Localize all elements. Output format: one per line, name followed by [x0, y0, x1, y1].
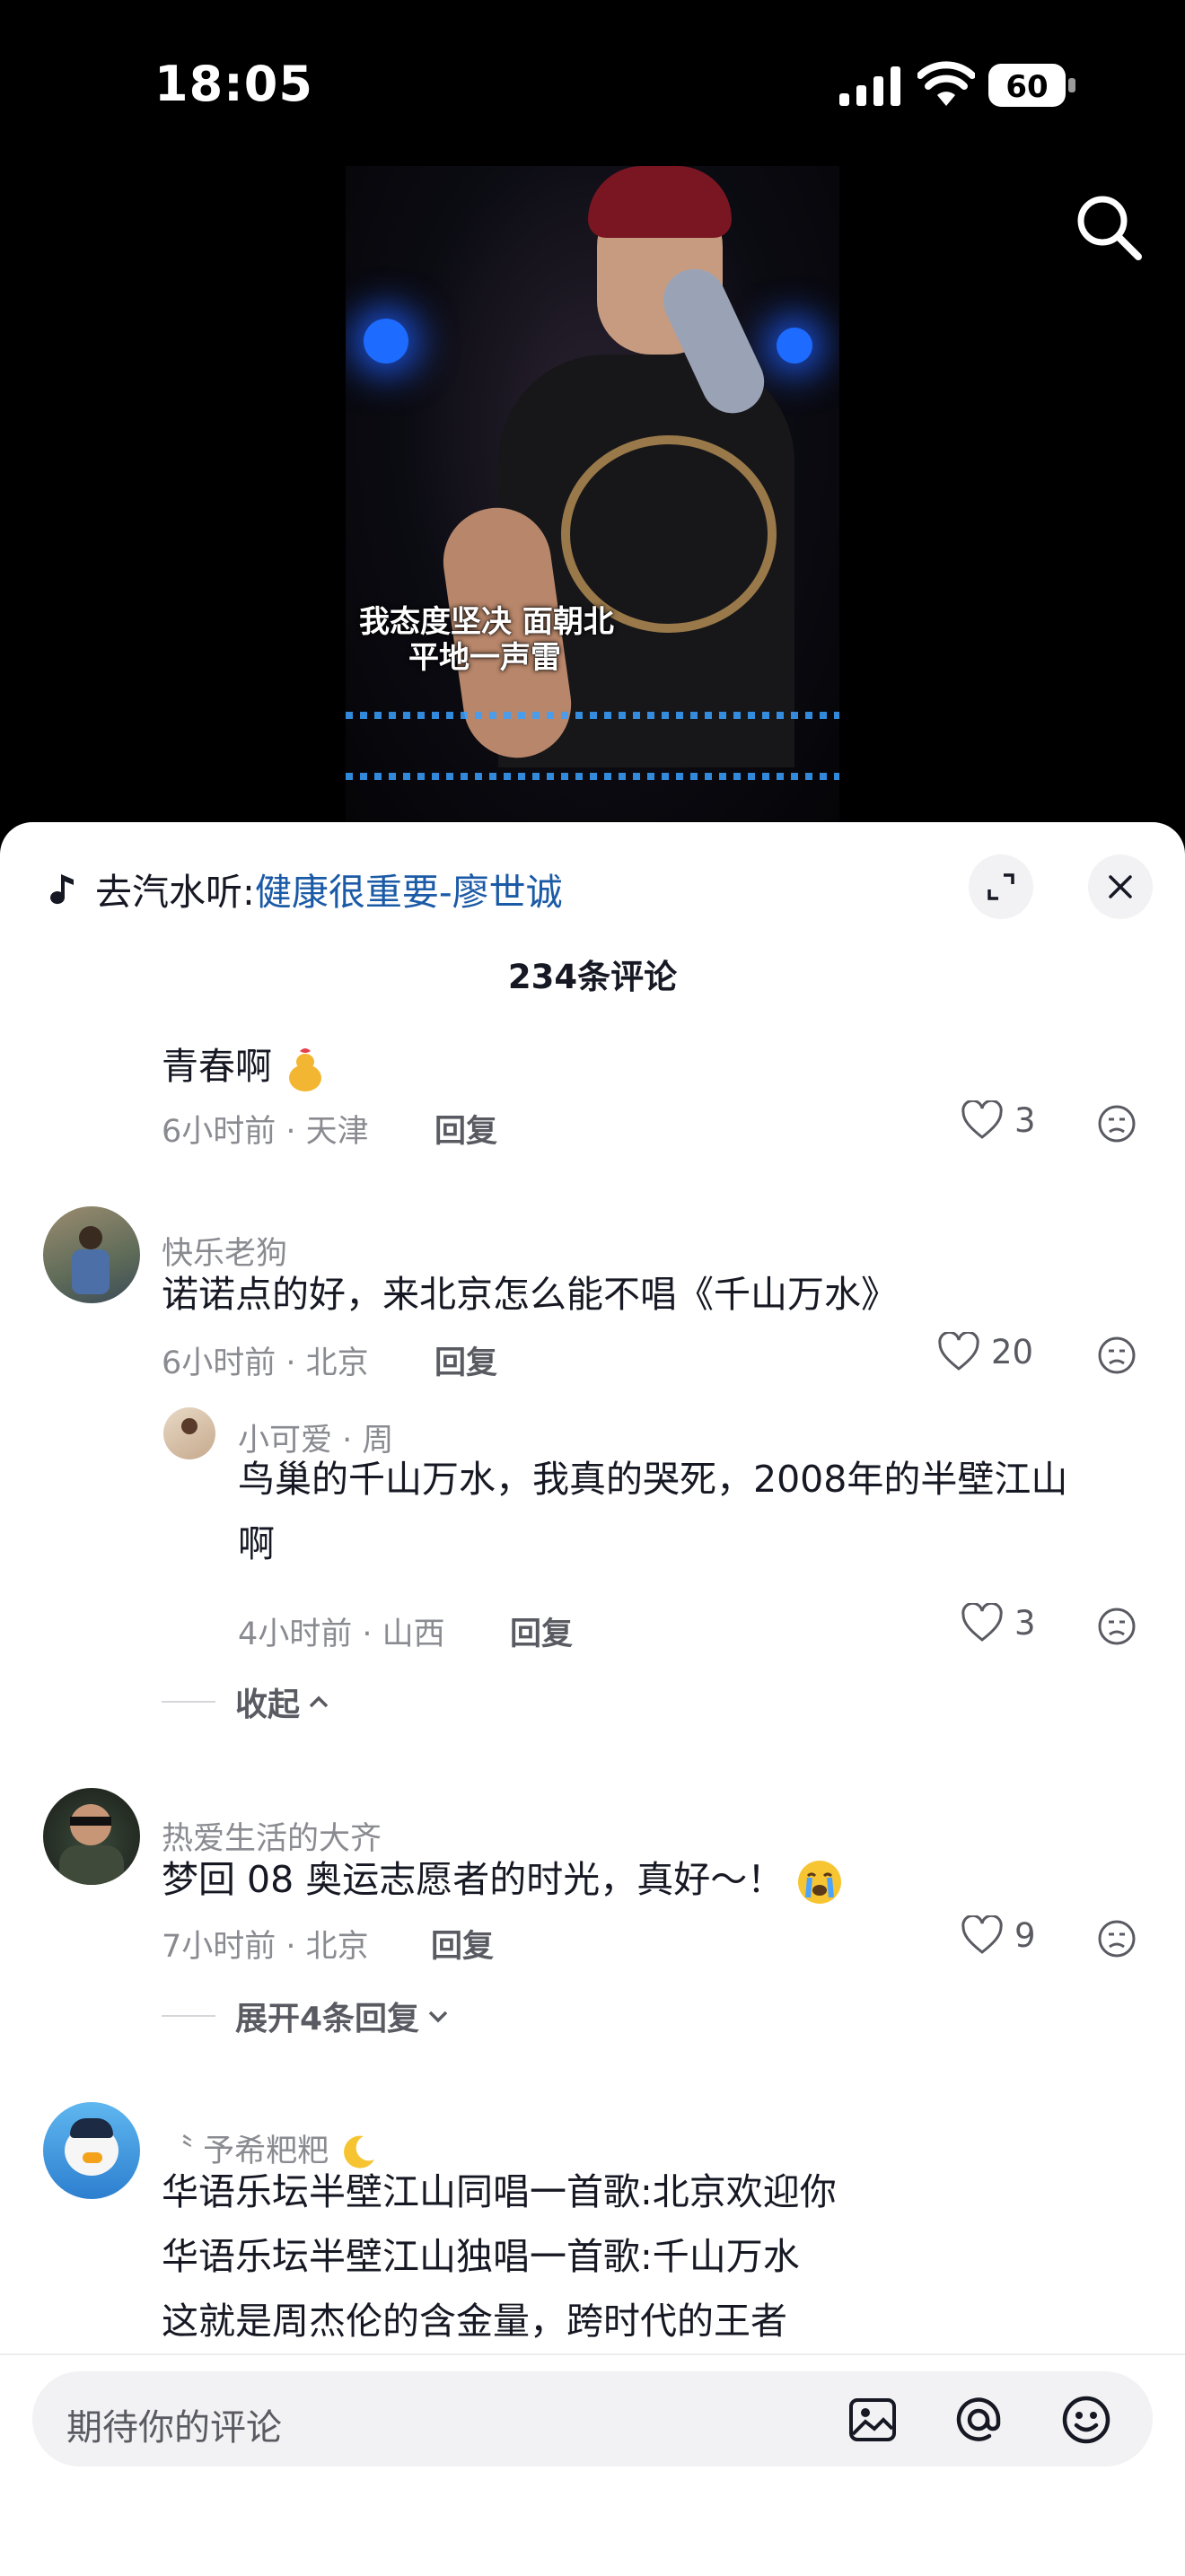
like-button[interactable]: 9	[961, 1915, 1036, 1955]
stage-led-strip	[346, 773, 839, 780]
expand-button[interactable]	[969, 854, 1033, 919]
comment-text-line: 这就是周杰伦的含金量，跨时代的王者	[162, 2300, 787, 2343]
crying-face-emoji-icon	[798, 1861, 842, 1904]
chevron-up-icon	[309, 1695, 329, 1708]
music-song-link[interactable]: 健康很重要-廖世诚	[255, 862, 563, 916]
cellular-signal-icon	[839, 66, 900, 106]
video-player[interactable]: 我态度坚决 面朝北 平地一声雷	[346, 166, 839, 821]
comment-input-placeholder: 期待你的评论	[66, 2407, 282, 2449]
avatar[interactable]	[163, 1407, 215, 1459]
image-icon[interactable]	[846, 2393, 900, 2447]
comment-sheet: 去汽水听: 健康很重要-廖世诚 234条评论 青春啊 6小时前 · 天津 回复 …	[0, 822, 1185, 2574]
heart-icon	[961, 1915, 1003, 1954]
expand-icon	[988, 873, 1014, 900]
comment-meta: 6小时前 · 天津	[162, 1114, 369, 1150]
comment-text-line: 华语乐坛半壁江山独唱一首歌:千山万水	[162, 2235, 800, 2278]
like-count: 9	[1014, 1915, 1036, 1955]
comment-text: 梦回 08 奥运志愿者的时光，真好～！	[162, 1847, 844, 1912]
music-prefix: 去汽水听:	[95, 871, 255, 914]
expand-replies-button[interactable]: 展开4条回复	[162, 1993, 450, 2039]
music-note-icon	[50, 874, 74, 905]
close-icon	[1109, 875, 1132, 898]
mention-icon[interactable]	[952, 2393, 1005, 2447]
dislike-icon[interactable]	[1097, 1336, 1137, 1375]
comment-text-line: 华语乐坛半壁江山同唱一首歌:北京欢迎你	[162, 2170, 837, 2213]
dislike-icon[interactable]	[1097, 1607, 1137, 1646]
like-button[interactable]: 20	[937, 1332, 1033, 1371]
comment-count: 234条评论	[507, 958, 678, 996]
reply-button[interactable]: 回复	[431, 1921, 494, 1967]
wifi-icon	[917, 61, 975, 106]
comment-meta: 7小时前 · 北京	[162, 1929, 369, 1965]
dislike-icon[interactable]	[1097, 1104, 1137, 1143]
like-button[interactable]: 3	[961, 1100, 1036, 1140]
lyric-line: 平地一声雷	[408, 640, 561, 676]
avatar[interactable]	[43, 1206, 140, 1303]
heart-icon	[961, 1100, 1003, 1139]
comment-meta: 4小时前 · 山西	[238, 1617, 445, 1652]
comment-input[interactable]: 期待你的评论	[32, 2371, 1153, 2466]
like-count: 3	[1014, 1603, 1036, 1643]
divider	[162, 2015, 215, 2017]
status-bar: 18:05 60	[0, 0, 1185, 162]
like-button[interactable]: 3	[961, 1603, 1036, 1643]
close-button[interactable]	[1088, 854, 1153, 919]
gourd-emoji-icon	[289, 1048, 322, 1091]
reply-button[interactable]: 回复	[434, 1337, 497, 1383]
search-icon[interactable]	[1074, 192, 1144, 262]
emoji-icon[interactable]	[1059, 2393, 1113, 2447]
reply-button[interactable]: 回复	[434, 1106, 497, 1152]
heart-icon	[938, 1332, 979, 1371]
heart-icon	[961, 1603, 1003, 1642]
performer-hair	[588, 166, 732, 238]
stage-light	[777, 328, 812, 364]
comment-meta: 6小时前 · 北京	[162, 1345, 369, 1381]
comment-text: 青春啊	[162, 1034, 327, 1099]
collapse-replies-button[interactable]: 收起	[162, 1678, 330, 1725]
avatar[interactable]	[43, 2102, 140, 2199]
chevron-down-icon	[428, 2011, 448, 2023]
like-count: 3	[1014, 1100, 1036, 1140]
battery-icon: 60	[988, 64, 1075, 107]
comment-text: 诺诺点的好，来北京怎么能不唱《千山万水》	[162, 1273, 898, 1316]
like-count: 20	[991, 1332, 1034, 1371]
reply-button[interactable]: 回复	[510, 1608, 573, 1654]
reply-text-line: 啊	[238, 1522, 275, 1565]
stage-light	[364, 319, 408, 364]
status-time: 18:05	[154, 56, 313, 112]
dislike-icon[interactable]	[1097, 1919, 1137, 1958]
avatar[interactable]	[43, 1788, 140, 1885]
reply-text-line: 鸟巢的千山万水，我真的哭死，2008年的半壁江山	[238, 1458, 1068, 1501]
comment-input-bar: 期待你的评论	[0, 2353, 1185, 2576]
music-link[interactable]: 去汽水听: 健康很重要-廖世诚	[47, 862, 563, 916]
battery-level: 60	[1005, 69, 1048, 105]
divider	[162, 1701, 215, 1703]
stage-led-strip	[346, 712, 839, 719]
